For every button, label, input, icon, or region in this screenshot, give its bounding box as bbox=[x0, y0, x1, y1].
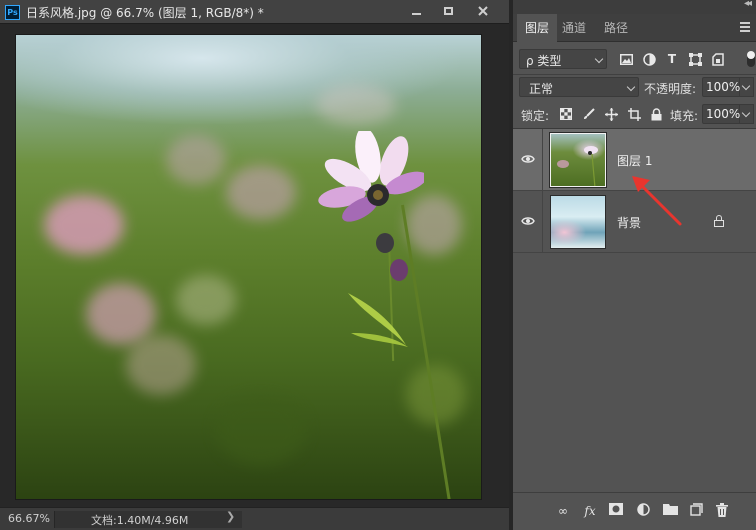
layers-list: 图层 1 背景 bbox=[513, 128, 756, 492]
eye-icon bbox=[521, 155, 535, 163]
lock-row: 锁定: 填充: 100% bbox=[513, 103, 756, 127]
collapse-panels-icon[interactable]: ◂◂ bbox=[744, 0, 752, 9]
lock-image-pixels-icon[interactable] bbox=[582, 108, 595, 121]
tab-channels[interactable]: 通道 bbox=[554, 14, 594, 42]
divider bbox=[513, 74, 756, 75]
visibility-toggle[interactable] bbox=[513, 129, 543, 191]
layers-panel-footer: ∞ fx bbox=[513, 492, 756, 530]
adjustment-layer-icon[interactable] bbox=[635, 503, 651, 519]
canvas-area[interactable] bbox=[0, 25, 509, 507]
blend-row: 正常 不透明度: 100% bbox=[513, 76, 756, 100]
filter-toggle[interactable] bbox=[747, 51, 755, 67]
tab-paths[interactable]: 路径 bbox=[596, 14, 636, 42]
canvas-image[interactable] bbox=[15, 34, 482, 500]
filter-kind-select[interactable]: ρ 类型 bbox=[519, 49, 607, 69]
opacity-input[interactable]: 100% bbox=[702, 77, 740, 97]
maximize-icon bbox=[443, 7, 453, 15]
eye-icon bbox=[521, 217, 535, 225]
document-info[interactable]: 文档:1.40M/4.96M bbox=[54, 511, 242, 528]
panel-menu-icon[interactable] bbox=[740, 22, 750, 34]
type-filter-icon[interactable]: T bbox=[665, 52, 679, 66]
document-title-bar[interactable]: Ps 日系风格.jpg @ 66.7% (图层 1, RGB/8*) * bbox=[0, 0, 509, 24]
blend-mode-value: 正常 bbox=[529, 82, 554, 96]
fx-icon[interactable]: fx bbox=[582, 503, 598, 519]
lock-transparent-pixels-icon[interactable] bbox=[559, 108, 572, 121]
document-size: 文档:1.40M/4.96M bbox=[91, 514, 189, 527]
layers-panel-dock: ◂◂ 图层 通道 路径 ρ 类型 T 正常 不透明度: 100% 锁定: 填充:… bbox=[509, 0, 756, 530]
layer-row[interactable]: 背景 bbox=[513, 191, 756, 253]
document-window: Ps 日系风格.jpg @ 66.7% (图层 1, RGB/8*) * 66.… bbox=[0, 0, 509, 530]
new-group-icon[interactable] bbox=[662, 503, 678, 519]
photoshop-logo-icon: Ps bbox=[5, 5, 20, 20]
close-button[interactable] bbox=[469, 2, 497, 20]
minimize-icon bbox=[411, 13, 421, 15]
fill-dropdown[interactable] bbox=[740, 104, 754, 124]
adjustment-filter-icon[interactable] bbox=[642, 52, 656, 66]
link-layers-icon[interactable]: ∞ bbox=[555, 503, 571, 519]
tab-layers[interactable]: 图层 bbox=[517, 14, 558, 43]
layer-thumbnail[interactable] bbox=[549, 132, 607, 188]
layer-row[interactable]: 图层 1 bbox=[513, 129, 756, 191]
layer-thumbnail[interactable] bbox=[550, 195, 606, 249]
zoom-level[interactable]: 66.67% bbox=[8, 512, 50, 525]
delete-layer-icon[interactable] bbox=[714, 503, 730, 519]
lock-artboard-icon[interactable] bbox=[628, 108, 641, 121]
smart-object-filter-icon[interactable] bbox=[711, 52, 725, 66]
layer-name[interactable]: 图层 1 bbox=[617, 152, 652, 169]
add-mask-icon[interactable] bbox=[608, 503, 624, 519]
blend-mode-select[interactable]: 正常 bbox=[519, 77, 639, 97]
chevron-down-icon bbox=[626, 82, 636, 92]
layer-filter-row: ρ 类型 T bbox=[513, 47, 756, 73]
fill-value: 100% bbox=[706, 107, 741, 121]
opacity-dropdown[interactable] bbox=[740, 77, 754, 97]
panel-tab-bar: 图层 通道 路径 bbox=[513, 14, 756, 43]
lock-label: 锁定: bbox=[521, 109, 550, 123]
lock-icon bbox=[714, 215, 724, 227]
lock-position-icon[interactable] bbox=[605, 108, 618, 121]
opacity-value: 100% bbox=[706, 80, 741, 94]
close-icon bbox=[478, 6, 488, 16]
chevron-down-icon bbox=[594, 54, 604, 64]
status-bar: 66.67% 文档:1.40M/4.96M ❯ bbox=[0, 507, 509, 530]
fill-label: 填充: bbox=[670, 109, 699, 123]
visibility-toggle[interactable] bbox=[513, 191, 543, 253]
filter-kind-label: ρ 类型 bbox=[526, 54, 562, 68]
image-filter-icon[interactable] bbox=[619, 52, 633, 66]
maximize-button[interactable] bbox=[434, 2, 462, 20]
dock-header: ◂◂ bbox=[513, 0, 756, 14]
minimize-button[interactable] bbox=[402, 2, 430, 20]
status-menu-arrow-icon[interactable]: ❯ bbox=[226, 510, 235, 523]
new-layer-icon[interactable] bbox=[688, 503, 704, 519]
fill-input[interactable]: 100% bbox=[702, 104, 740, 124]
shape-filter-icon[interactable] bbox=[688, 52, 702, 66]
lock-all-icon[interactable] bbox=[650, 108, 663, 121]
opacity-label: 不透明度: bbox=[644, 82, 697, 96]
document-title: 日系风格.jpg @ 66.7% (图层 1, RGB/8*) * bbox=[26, 6, 264, 20]
layer-name[interactable]: 背景 bbox=[617, 214, 641, 231]
